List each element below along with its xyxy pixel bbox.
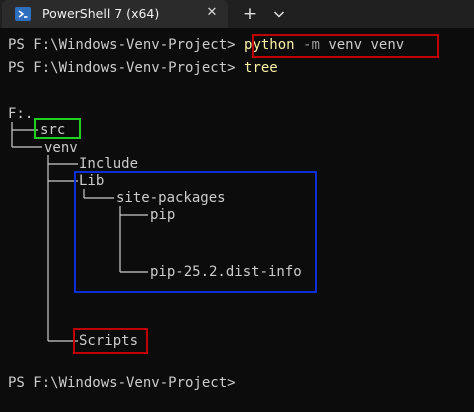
lib-highlight-box [74, 171, 317, 293]
command-highlight-box [252, 34, 439, 58]
src-highlight-box [34, 118, 81, 139]
command-line-3: PS F:\Windows-Venv-Project> [8, 375, 236, 392]
prompt: PS F:\Windows-Venv-Project> [8, 375, 236, 391]
scripts-highlight-box [73, 328, 148, 354]
